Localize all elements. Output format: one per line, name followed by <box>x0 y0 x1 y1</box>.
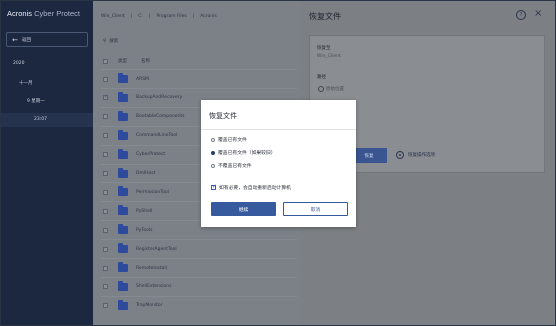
cancel-button[interactable]: 取消 <box>283 202 348 216</box>
select-all-checkbox[interactable] <box>103 58 108 64</box>
reboot-checkbox-label: 如有必要，会自动重新启动计算机 <box>219 186 291 191</box>
breadcrumb: Win_Client | C: | Program Files | Acronis <box>101 14 217 19</box>
row-checkbox[interactable] <box>103 227 108 233</box>
back-button-label: 返回 <box>22 37 31 43</box>
row-checkbox[interactable] <box>103 284 108 290</box>
table-row[interactable]: RegisterAgentTool <box>101 239 297 258</box>
option-overwrite-if-older[interactable]: 覆盖已有文件（如果较旧） <box>211 149 276 156</box>
search-icon: ⚲ <box>103 38 107 44</box>
close-icon[interactable]: × <box>534 8 542 19</box>
folder-icon <box>118 73 128 83</box>
row-checkbox[interactable] <box>103 246 108 252</box>
table-row[interactable]: RemoteInstall <box>101 258 297 277</box>
row-checkbox[interactable] <box>103 189 108 195</box>
column-name[interactable]: 名称 <box>141 58 150 64</box>
search-field[interactable]: ⚲ 搜索 <box>103 38 119 45</box>
table-header: 类型 名称 <box>101 53 297 69</box>
panel-title: 恢复文件 <box>309 12 341 21</box>
row-name: DmlHost <box>136 171 156 176</box>
radio-overwrite-if-older[interactable] <box>211 150 215 155</box>
option-overwrite[interactable]: 覆盖已有文件 <box>211 136 247 143</box>
option-do-not-overwrite-label: 不覆盖已有文件 <box>218 164 252 169</box>
row-name: ARSM <box>136 76 149 82</box>
row-name: BackupAndRecovery <box>136 95 183 101</box>
folder-icon <box>118 205 128 216</box>
radio-do-not-overwrite[interactable] <box>211 163 215 168</box>
folder-icon <box>118 167 128 178</box>
tree-item-time[interactable]: 23:07 <box>34 117 47 122</box>
row-checkbox[interactable] <box>103 114 108 120</box>
row-checkbox[interactable] <box>103 208 108 214</box>
gear-icon[interactable] <box>396 151 404 159</box>
option-overwrite-if-older-label: 覆盖已有文件（如果较旧） <box>218 151 276 156</box>
tree-item-month[interactable]: 十一月 <box>19 80 33 86</box>
recover-to-value[interactable]: Win_Client <box>317 54 341 59</box>
folder-icon <box>118 91 128 102</box>
search-placeholder: 搜索 <box>109 39 119 44</box>
row-name: TrayMonitor <box>136 303 163 309</box>
recover-to-label: 恢复至 <box>317 46 331 51</box>
row-name: PyTools <box>136 227 153 233</box>
folder-icon <box>118 299 128 310</box>
arrow-left-icon: ← <box>12 35 18 44</box>
sidebar: Acronis Cyber Protect ← 返回 2020 十一月 9 星期… <box>1 1 93 325</box>
table-row[interactable]: TrayMonitor <box>101 295 297 315</box>
option-overwrite-label: 覆盖已有文件 <box>218 138 247 143</box>
recovery-options-link[interactable]: 恢复操作选项 <box>408 152 435 158</box>
folder-icon <box>118 148 128 159</box>
folder-icon <box>118 224 128 235</box>
row-name: CommandLineTool <box>136 133 178 139</box>
row-checkbox[interactable] <box>103 133 108 139</box>
row-checkbox[interactable] <box>103 171 108 176</box>
reboot-checkbox[interactable] <box>211 184 217 190</box>
column-type[interactable]: 类型 <box>118 58 127 64</box>
table-row[interactable]: ShellExtensions <box>101 276 297 296</box>
path-label: 路径 <box>317 75 326 80</box>
breadcrumb-item[interactable]: C: <box>138 14 143 19</box>
folder-icon <box>118 262 128 272</box>
path-radio[interactable] <box>318 86 324 92</box>
row-name: PermissionTool <box>136 189 170 195</box>
folder-icon <box>118 129 128 140</box>
folder-icon <box>118 110 128 121</box>
table-row[interactable]: ARSM <box>101 69 297 88</box>
path-option-label: 原始位置 <box>326 87 344 92</box>
row-name: RegisterAgentTool <box>136 246 177 252</box>
row-checkbox[interactable] <box>103 303 108 309</box>
folder-icon <box>118 243 128 254</box>
row-name: CyberProtect <box>136 152 166 158</box>
folder-icon <box>118 280 128 291</box>
row-checkbox[interactable] <box>103 94 108 101</box>
breadcrumb-item[interactable]: Acronis <box>200 14 216 19</box>
breadcrumb-item[interactable]: Program Files <box>156 14 186 19</box>
help-icon[interactable]: ? <box>516 10 526 20</box>
row-name: BootableComponents <box>136 114 185 120</box>
recover-files-dialog: 恢复文件 覆盖已有文件 覆盖已有文件（如果较旧） 不覆盖已有文件 如有必要，会自… <box>201 100 356 227</box>
back-button[interactable]: ← 返回 <box>6 32 88 47</box>
row-name: RemoteInstall <box>136 265 167 271</box>
breadcrumb-item[interactable]: Win_Client <box>101 14 125 19</box>
recover-button[interactable]: 恢复 <box>351 148 387 163</box>
tree-selection-highlight <box>1 113 93 127</box>
row-name: ShellExtensions <box>136 284 172 290</box>
continue-button[interactable]: 继续 <box>211 202 276 216</box>
radio-overwrite[interactable] <box>211 137 215 142</box>
row-checkbox[interactable] <box>103 76 108 82</box>
row-name: PyShell <box>136 208 153 214</box>
dialog-divider <box>201 129 356 130</box>
tree-item-year[interactable]: 2020 <box>13 61 24 66</box>
row-checkbox[interactable] <box>103 265 108 271</box>
folder-icon <box>118 186 128 197</box>
brand-logo: Acronis Cyber Protect <box>7 9 80 18</box>
app-window: Acronis Cyber Protect ← 返回 2020 十一月 9 星期… <box>0 0 556 326</box>
tree-item-day[interactable]: 9 星期一 <box>27 98 45 104</box>
row-checkbox[interactable] <box>103 152 108 158</box>
dialog-title: 恢复文件 <box>209 112 237 120</box>
option-do-not-overwrite[interactable]: 不覆盖已有文件 <box>211 162 252 169</box>
reboot-option[interactable]: 如有必要，会自动重新启动计算机 <box>211 184 291 191</box>
